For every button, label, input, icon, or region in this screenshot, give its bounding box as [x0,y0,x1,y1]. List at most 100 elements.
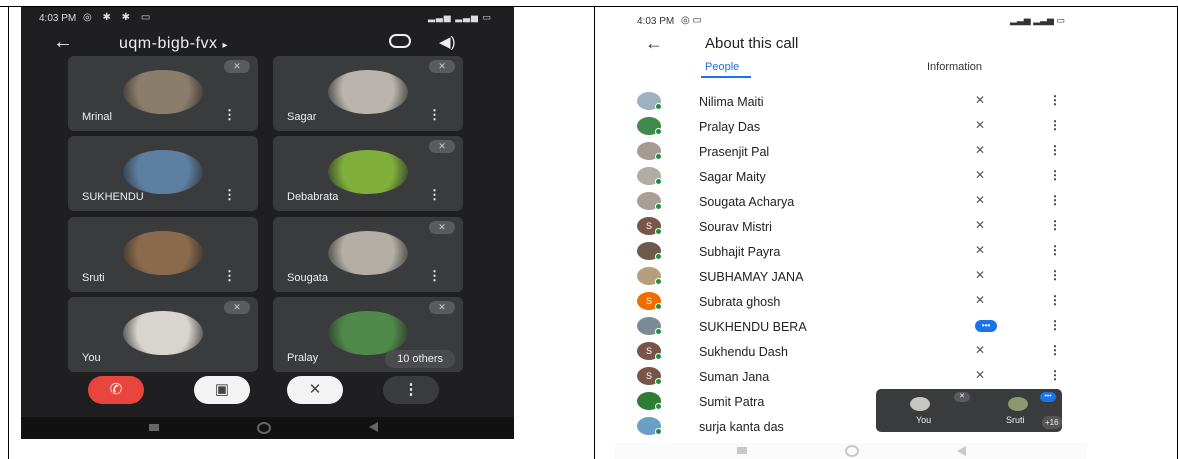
online-dot-icon [655,278,662,285]
participant-tile[interactable]: ✕ Mrinal ⋮ [68,56,258,131]
more-options-icon[interactable]: ⋮ [1049,268,1061,282]
participant-row[interactable]: Sagar Maity ✕ ⋮ [615,164,1087,189]
status-time: 4:03 PM [637,16,675,27]
participant-name: Subhajit Payra [699,245,781,259]
participant-row[interactable]: S Sukhendu Dash ✕ ⋮ [615,339,1087,364]
speaker-icon[interactable]: ◀) [439,33,456,51]
participant-name: Sagar Maity [699,170,766,184]
mic-off-icon: ✕ [975,293,986,307]
others-count-chip[interactable]: 10 others [385,350,455,368]
back-arrow-icon[interactable]: ← [645,33,663,54]
active-tab-indicator [701,76,751,78]
participant-name: Sukhendu Dash [699,345,788,359]
more-options-icon[interactable]: ⋮ [1049,318,1061,332]
self-tile[interactable]: ✕ You [68,297,258,372]
participant-tile[interactable]: ✕ Sagar ⋮ [273,56,463,131]
more-options-icon[interactable]: ⋮ [1049,118,1061,132]
participant-row[interactable]: Prasenjit Pal ✕ ⋮ [615,139,1087,164]
participant-tile[interactable]: ✕ Pralay 10 others [273,297,463,372]
call-controls: ✆ ▣ ✕ ⋮ [21,376,514,412]
back-nav-icon[interactable] [957,446,966,456]
more-options-icon[interactable]: ⋮ [223,268,236,284]
avatar [328,70,408,114]
tab-people[interactable]: People [705,61,739,73]
more-options-icon[interactable]: ⋮ [1049,293,1061,307]
avatar [1008,397,1028,411]
participant-name: Debabrata [287,191,339,203]
back-arrow-icon[interactable]: ← [53,31,73,54]
pip-count-badge: +16 [1042,416,1062,429]
more-options-icon[interactable]: ⋮ [1049,243,1061,257]
mic-off-icon: ✕ [429,301,455,314]
online-dot-icon [655,428,662,435]
dropdown-arrow-icon: ▸ [222,40,228,51]
participant-name: Sougata Acharya [699,195,795,209]
meet-people-screenshot: 4:03 PM ◎ ▭ ▂▃▅ ▂▃▅ ▭ ← About this call … [615,7,1087,459]
participant-name: Sruti [82,272,105,284]
more-options-icon[interactable]: ⋮ [1049,93,1061,107]
online-dot-icon [655,103,662,110]
participant-tile[interactable]: ✕ Sougata ⋮ [273,217,463,292]
back-nav-icon[interactable] [369,422,378,432]
status-icons: ◎ ✱ ✱ ▭ [83,12,155,23]
mic-off-icon: ✕ [975,218,986,232]
online-dot-icon [655,253,662,260]
participant-row[interactable]: SUBHAMAY JANA ✕ ⋮ [615,264,1087,289]
mic-off-button[interactable]: ✕ [287,376,343,404]
avatar [910,397,930,411]
document-table-frame: 4:03 PM ◎ ✱ ✱ ▭ ▂▃▅ ▂▃▅ ▭ ← uqm-bigb-fvx… [0,0,1178,459]
home-nav-icon[interactable] [257,422,271,434]
mic-off-icon: ✕ [975,243,986,257]
mic-off-icon: ✕ [975,93,986,107]
more-options-icon[interactable]: ⋮ [428,268,441,284]
participant-name: Suman Jana [699,370,770,384]
switch-camera-icon[interactable] [389,34,411,48]
call-top-bar: ← uqm-bigb-fvx ▸ ◀) [21,29,514,59]
participant-row[interactable]: S Subrata ghosh ✕ ⋮ [615,289,1087,314]
recents-nav-icon[interactable] [149,424,159,431]
more-options-button[interactable]: ⋮ [383,376,439,404]
more-options-icon[interactable]: ⋮ [1049,218,1061,232]
status-time: 4:03 PM [39,13,77,24]
participant-name: SUKHENDU BERA [699,320,807,334]
home-nav-icon[interactable] [845,445,859,457]
more-options-icon[interactable]: ⋮ [1049,368,1061,382]
page-title: About this call [705,35,799,52]
picture-in-picture-preview[interactable]: ✕ You ••• Sruti +16 [876,389,1062,432]
participant-tile[interactable]: Sruti ⋮ [68,217,258,292]
speaking-icon: ••• [1040,392,1056,402]
end-call-button[interactable]: ✆ [88,376,144,404]
participant-name: You [82,352,101,364]
more-options-icon[interactable]: ⋮ [1049,193,1061,207]
mic-off-icon: ✕ [224,301,250,314]
meeting-code[interactable]: uqm-bigb-fvx ▸ [119,35,228,53]
recents-nav-icon[interactable] [737,447,747,454]
status-bar: 4:03 PM ◎ ▭ ▂▃▅ ▂▃▅ ▭ [615,7,1087,29]
avatar [328,150,408,194]
more-options-icon[interactable]: ⋮ [1049,343,1061,357]
camera-off-button[interactable]: ▣ [194,376,250,404]
participant-row[interactable]: Nilima Maiti ✕ ⋮ [615,89,1087,114]
participant-row[interactable]: Subhajit Payra ✕ ⋮ [615,239,1087,264]
more-options-icon[interactable]: ⋮ [1049,168,1061,182]
more-options-icon[interactable]: ⋮ [223,107,236,123]
avatar [123,70,203,114]
more-options-icon[interactable]: ⋮ [428,187,441,203]
participant-row[interactable]: S Suman Jana ✕ ⋮ [615,364,1087,389]
participant-name: Sagar [287,111,317,123]
more-options-icon[interactable]: ⋮ [1049,143,1061,157]
more-options-icon[interactable]: ⋮ [223,187,236,203]
mic-off-icon: ✕ [975,143,986,157]
tab-information[interactable]: Information [927,61,982,73]
more-options-icon[interactable]: ⋮ [428,107,441,123]
participant-row[interactable]: S Sourav Mistri ✕ ⋮ [615,214,1087,239]
participant-tile[interactable]: ✕ Debabrata ⋮ [273,136,463,211]
participant-name: Pralay [287,352,319,364]
participant-tile[interactable]: SUKHENDU ⋮ [68,136,258,211]
mic-off-icon: ✕ [975,168,986,182]
avatar [123,150,203,194]
participant-row[interactable]: Sougata Acharya ✕ ⋮ [615,189,1087,214]
signal-battery-icons: ▂▃▅ ▂▃▅ ▭ [1009,15,1065,25]
participant-row[interactable]: Pralay Das ✕ ⋮ [615,114,1087,139]
participant-row[interactable]: SUKHENDU BERA ••• ⋮ [615,314,1087,339]
